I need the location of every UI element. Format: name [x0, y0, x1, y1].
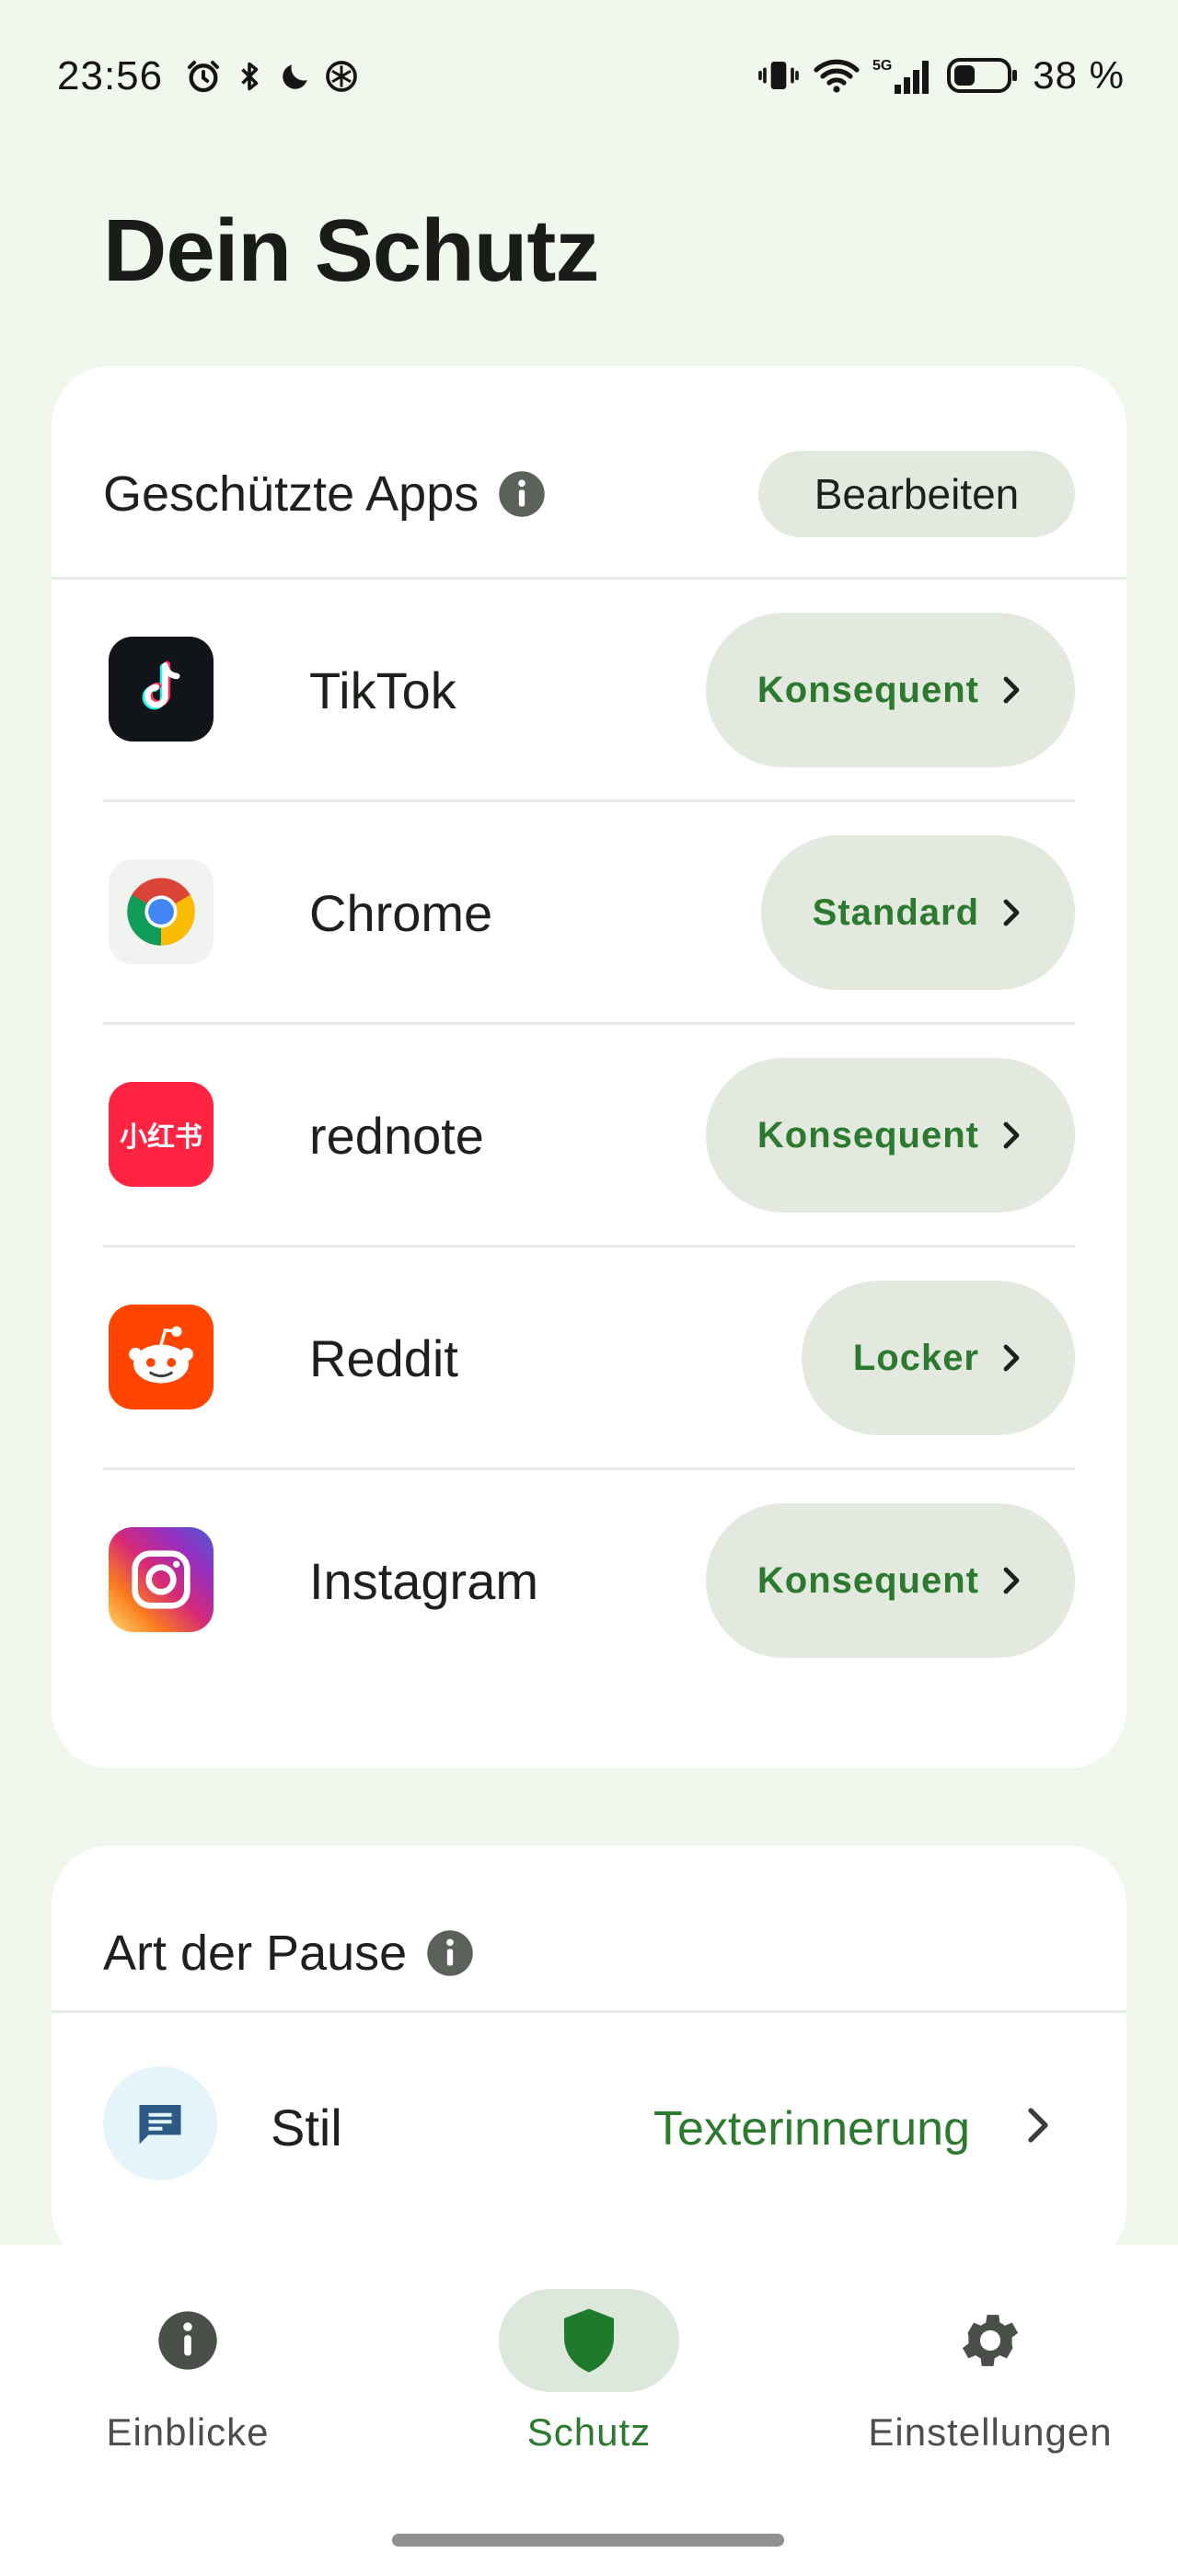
shield-icon: [499, 2289, 679, 2392]
rednote-icon-text: 小红书: [120, 1121, 202, 1154]
app-name: Chrome: [309, 884, 493, 942]
bluetooth-icon: [230, 57, 269, 96]
page-title: Dein Schutz: [103, 201, 599, 300]
network-label: 5G: [872, 58, 892, 74]
protected-apps-header: Geschützte Apps Bearbeiten: [52, 366, 1126, 580]
app-row-reddit[interactable]: Reddit Locker: [103, 1248, 1075, 1470]
status-time: 23:56: [57, 53, 164, 98]
chatgpt-icon: [322, 57, 361, 96]
nav-item-insights[interactable]: Einblicke: [22, 2289, 353, 2473]
mode-pill-reddit[interactable]: Locker: [801, 1281, 1075, 1435]
chevron-right-icon: [999, 675, 1023, 705]
info-icon: [98, 2289, 278, 2392]
nav-label: Schutz: [526, 2410, 652, 2454]
gear-icon: [900, 2289, 1080, 2392]
pause-type-card: Art der Pause Stil Texterinnerung: [52, 1846, 1126, 2269]
app-row-instagram[interactable]: Instagram Konsequent: [103, 1470, 1075, 1693]
bottom-nav: Einblicke Schutz Einstellungen: [0, 2245, 1178, 2576]
battery-icon: [946, 55, 1020, 96]
nav-item-protection[interactable]: Schutz: [423, 2289, 755, 2473]
info-icon[interactable]: [425, 1928, 475, 1978]
app-name: rednote: [309, 1107, 484, 1165]
chevron-right-icon: [999, 1343, 1023, 1373]
app-row-chrome[interactable]: Chrome Standard: [103, 802, 1075, 1025]
mode-pill-chrome[interactable]: Standard: [760, 835, 1075, 990]
nav-label: Einstellungen: [868, 2410, 1113, 2454]
nav-item-settings[interactable]: Einstellungen: [825, 2289, 1156, 2473]
nav-label: Einblicke: [106, 2410, 270, 2454]
status-left-icons: [184, 57, 361, 96]
style-row[interactable]: Stil Texterinnerung: [52, 2013, 1126, 2234]
signal-5g-icon: 5G: [872, 55, 933, 96]
info-icon[interactable]: [497, 469, 547, 519]
mode-label: Konsequent: [756, 1559, 979, 1601]
app-list: TikTok Konsequent Chrome Standard 小红书 re…: [52, 580, 1126, 1693]
mode-pill-instagram[interactable]: Konsequent: [705, 1503, 1075, 1658]
protected-apps-title-wrap: Geschützte Apps: [103, 466, 547, 523]
chrome-icon: [109, 859, 214, 964]
moon-icon: [276, 57, 315, 96]
instagram-icon: [109, 1527, 214, 1632]
style-label: Stil: [271, 2099, 342, 2156]
style-value: Texterinnerung: [653, 2102, 970, 2156]
pause-type-header: Art der Pause: [52, 1846, 1126, 2013]
protected-apps-title: Geschützte Apps: [103, 466, 479, 522]
app-name: Instagram: [309, 1552, 538, 1610]
mode-pill-rednote[interactable]: Konsequent: [705, 1058, 1075, 1213]
mode-label: Locker: [852, 1337, 979, 1378]
chevron-right-icon: [1023, 2105, 1053, 2145]
chevron-right-icon: [999, 1566, 1023, 1595]
mode-label: Standard: [812, 891, 979, 933]
mode-label: Konsequent: [756, 1114, 979, 1156]
chevron-right-icon: [999, 1121, 1023, 1150]
protected-apps-card: Geschützte Apps Bearbeiten TikTok Konseq…: [52, 366, 1126, 1768]
home-indicator[interactable]: [392, 2534, 784, 2547]
chevron-right-icon: [999, 898, 1023, 927]
pause-type-title-wrap: Art der Pause: [103, 1925, 475, 1982]
battery-text: 38 %: [1033, 53, 1125, 97]
pause-type-title: Art der Pause: [103, 1926, 408, 1981]
vibrate-icon: [756, 57, 801, 94]
message-icon: [103, 2066, 217, 2180]
app-row-rednote[interactable]: 小红书 rednote Konsequent: [103, 1025, 1075, 1248]
wifi-icon: [814, 57, 860, 94]
app-row-tiktok[interactable]: TikTok Konsequent: [103, 580, 1075, 802]
status-bar: 23:56 5G 38 %: [0, 0, 1178, 156]
app-name: Reddit: [309, 1329, 458, 1387]
tiktok-icon: [109, 637, 214, 742]
rednote-icon: 小红书: [109, 1082, 214, 1187]
app-name: TikTok: [309, 661, 456, 719]
edit-button[interactable]: Bearbeiten: [758, 451, 1075, 537]
status-right: 5G 38 %: [756, 53, 1125, 98]
mode-pill-tiktok[interactable]: Konsequent: [705, 613, 1075, 767]
mode-label: Konsequent: [756, 669, 979, 710]
reddit-icon: [109, 1305, 214, 1409]
alarm-icon: [184, 57, 223, 96]
